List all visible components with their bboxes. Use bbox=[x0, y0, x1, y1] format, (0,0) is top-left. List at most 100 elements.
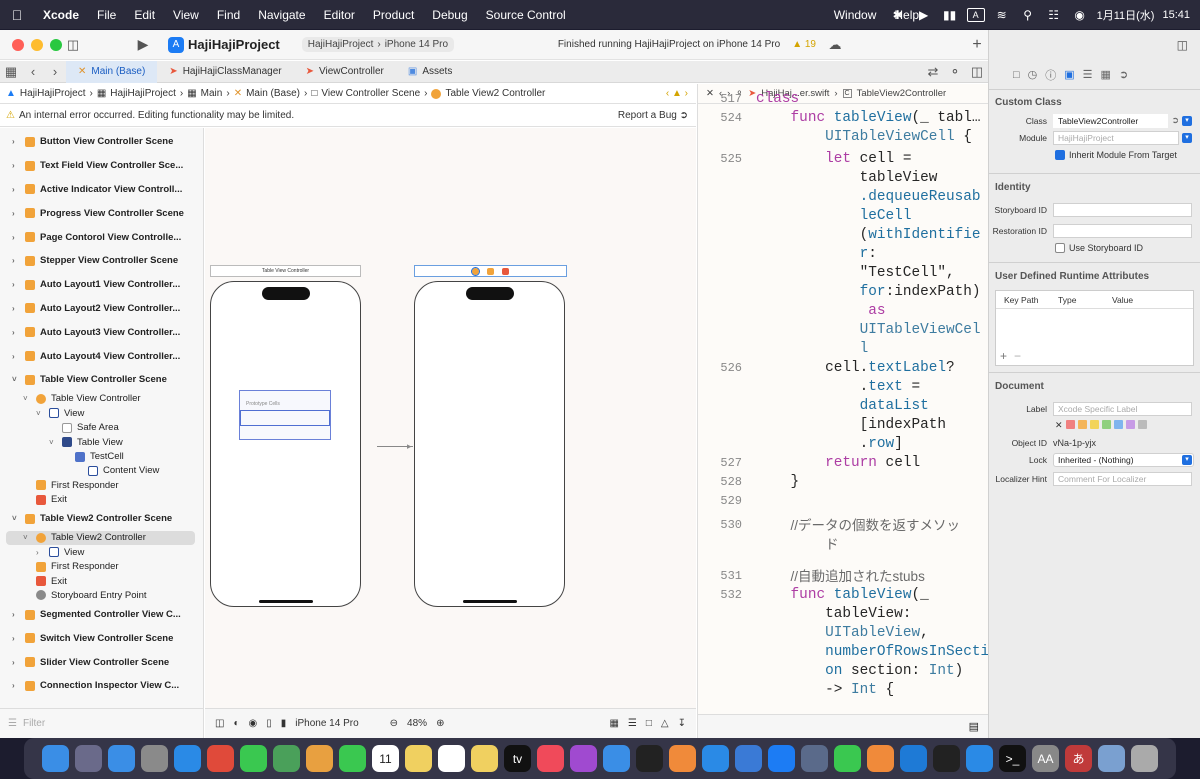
outline-scene-row[interactable]: › Auto Layout2 View Controller... bbox=[0, 297, 203, 321]
debug-area-toggle-icon[interactable]: ▤ bbox=[969, 720, 979, 733]
zoom-out-icon[interactable]: ⊖ bbox=[390, 718, 398, 729]
remove-attribute-icon[interactable]: − bbox=[1014, 349, 1021, 363]
label-color-swatch[interactable] bbox=[1101, 420, 1111, 429]
wifi-icon[interactable]: ≋ bbox=[993, 8, 1011, 22]
menu-file[interactable]: File bbox=[88, 8, 125, 22]
cloud-icon[interactable]: ☁ bbox=[824, 35, 846, 55]
dock-kotoeri-icon[interactable]: あ bbox=[1065, 745, 1092, 772]
tab-assets[interactable]: ▣ Assets bbox=[396, 61, 464, 83]
class-field[interactable]: TableView2Controller bbox=[1053, 113, 1169, 128]
outline-item-row[interactable]: ˅ Table View Controller bbox=[0, 392, 203, 406]
menu-source-control[interactable]: Source Control bbox=[477, 8, 575, 22]
menu-window[interactable]: Window bbox=[825, 8, 886, 22]
input-mode-indicator[interactable]: A bbox=[966, 7, 985, 22]
table-view2-controller-scene[interactable] bbox=[414, 281, 565, 607]
dock-numbers-icon[interactable] bbox=[834, 745, 861, 772]
label-color-swatch[interactable] bbox=[1125, 420, 1135, 429]
controller-icon[interactable] bbox=[471, 266, 480, 276]
outline-scene-row[interactable]: › Stepper View Controller Scene bbox=[0, 249, 203, 273]
outline-item-row[interactable]: › View bbox=[0, 545, 203, 559]
siri-icon[interactable]: ◉ bbox=[1071, 8, 1089, 22]
menu-edit[interactable]: Edit bbox=[125, 8, 164, 22]
dock-maps-icon[interactable] bbox=[273, 745, 300, 772]
lock-select[interactable]: Inherited - (Nothing) bbox=[1053, 452, 1194, 467]
chevron-down-icon[interactable]: ˅ bbox=[12, 514, 20, 523]
module-field[interactable]: HajiHajiProject bbox=[1053, 130, 1179, 145]
chevron-right-icon[interactable]: › bbox=[12, 280, 20, 289]
breadcrumb-item[interactable]: HajiHajiProject bbox=[20, 88, 86, 99]
outline-toggle-icon[interactable]: ◫ bbox=[215, 718, 224, 729]
accessibility-icon[interactable]: ◉ bbox=[249, 718, 258, 729]
outline-item-row[interactable]: First Responder bbox=[0, 559, 203, 573]
outline-scene-row[interactable]: › Auto Layout1 View Controller... bbox=[0, 273, 203, 297]
inherit-module-checkbox[interactable] bbox=[1055, 149, 1065, 160]
history-inspector-icon[interactable]: ◷ bbox=[1028, 68, 1038, 81]
spotlight-icon[interactable]: ⚲ bbox=[1019, 8, 1037, 22]
localizer-hint-field[interactable]: Comment For Localizer bbox=[1053, 471, 1192, 486]
dock-font-book-icon[interactable]: AA bbox=[1032, 745, 1059, 772]
chevron-right-icon[interactable]: › bbox=[12, 161, 20, 170]
runtime-attributes-table[interactable]: Key Path Type Value + − bbox=[995, 290, 1194, 366]
chevron-right-icon[interactable]: › bbox=[12, 185, 20, 194]
dock-reminders-icon[interactable] bbox=[438, 745, 465, 772]
dock-launchpad-icon[interactable] bbox=[75, 745, 102, 772]
outline-item-row[interactable]: ˅ Table View bbox=[0, 435, 203, 449]
grid-icon[interactable]: ▦ bbox=[0, 62, 22, 82]
chevron-right-icon[interactable]: › bbox=[12, 658, 20, 667]
dock-mail-icon[interactable] bbox=[108, 745, 135, 772]
menu-navigate[interactable]: Navigate bbox=[249, 8, 314, 22]
outline-scene-row[interactable]: › Slider View Controller Scene bbox=[0, 650, 203, 674]
breadcrumb-item[interactable]: HajiHajiProject bbox=[110, 88, 176, 99]
scheme-selector[interactable]: HajiHajiProject › iPhone 14 Pro bbox=[301, 37, 455, 52]
bluetooth-icon[interactable]: ✱ bbox=[889, 8, 907, 22]
col-value[interactable]: Value bbox=[1104, 295, 1133, 305]
dock-terminal-icon[interactable]: >_ bbox=[999, 745, 1026, 772]
doc-label-field[interactable]: Xcode Specific Label bbox=[1053, 401, 1192, 416]
chevron-right-icon[interactable]: › bbox=[12, 137, 20, 146]
add-tab-icon[interactable]: + bbox=[966, 35, 988, 55]
dock-trash-icon[interactable] bbox=[1131, 745, 1158, 772]
chevron-right-icon[interactable]: › bbox=[12, 352, 20, 361]
tab-class-manager[interactable]: ➤ HajiHajiClassManager bbox=[157, 61, 293, 83]
menu-app-name[interactable]: Xcode bbox=[34, 8, 88, 22]
project-title[interactable]: HajiHajiProject bbox=[188, 37, 280, 52]
label-color-swatch[interactable] bbox=[1077, 420, 1087, 429]
dock-vscode-icon[interactable] bbox=[900, 745, 927, 772]
col-key-path[interactable]: Key Path bbox=[996, 295, 1050, 305]
dock-stocks-icon[interactable] bbox=[636, 745, 663, 772]
chevron-right-icon[interactable]: › bbox=[12, 610, 20, 619]
outline-item-row[interactable]: ˅ View bbox=[0, 406, 203, 420]
zoom-level[interactable]: 48% bbox=[407, 718, 427, 729]
breadcrumb-item[interactable]: Main (Base) bbox=[246, 88, 300, 99]
help-inspector-icon[interactable]: ⓘ bbox=[1045, 67, 1056, 83]
size-inspector-icon[interactable]: ▦ bbox=[1101, 68, 1111, 81]
tab-main-base[interactable]: ✕ Main (Base) bbox=[66, 60, 158, 83]
outline-scene-row[interactable]: › Progress View Controller Scene bbox=[0, 201, 203, 225]
table-view-controller-scene[interactable]: Prototype Cells bbox=[210, 281, 361, 607]
sidebar-toggle-icon[interactable]: ◫ bbox=[62, 35, 84, 55]
scene-dock-bar[interactable] bbox=[414, 265, 567, 277]
outline-item-row[interactable]: First Responder bbox=[0, 478, 203, 492]
menubar-date[interactable]: 1月11日(水) bbox=[1097, 7, 1155, 23]
report-bug-button[interactable]: Report a Bug ➲ bbox=[618, 110, 688, 121]
chevron-down-icon[interactable]: ˅ bbox=[12, 375, 20, 384]
dock-books-icon[interactable] bbox=[867, 745, 894, 772]
label-color-swatch[interactable] bbox=[1089, 420, 1099, 429]
identity-inspector-icon[interactable]: ▣ bbox=[1064, 68, 1074, 81]
breadcrumb-item[interactable]: Table View2 Controller bbox=[445, 88, 545, 99]
device-icon[interactable]: ▮ bbox=[281, 718, 287, 729]
dock-keynote-icon[interactable] bbox=[735, 745, 762, 772]
assistant-code-editor[interactable]: ✕ ‹ › ⚬ ➤ HajiHaj...er.swift › C TableVi… bbox=[697, 84, 988, 738]
dock-facetime-icon[interactable] bbox=[339, 745, 366, 772]
dock-photos-icon[interactable] bbox=[306, 745, 333, 772]
zoom-in-icon[interactable]: ⊕ bbox=[436, 718, 444, 729]
back-icon[interactable]: ‹ bbox=[22, 62, 44, 82]
add-constraints-icon[interactable]: □ bbox=[646, 718, 652, 729]
test-cell[interactable] bbox=[240, 410, 330, 426]
storyboard-canvas[interactable]: Table View Controller Prototype Cells ▸ bbox=[205, 128, 696, 708]
dock-testflight-icon[interactable] bbox=[603, 745, 630, 772]
chevron-down-icon[interactable]: ˅ bbox=[36, 409, 44, 418]
apple-menu-icon[interactable]:  bbox=[0, 7, 34, 23]
connections-inspector-icon[interactable]: ➲ bbox=[1119, 68, 1128, 81]
outline-item-row[interactable]: Storyboard Entry Point bbox=[0, 588, 203, 602]
